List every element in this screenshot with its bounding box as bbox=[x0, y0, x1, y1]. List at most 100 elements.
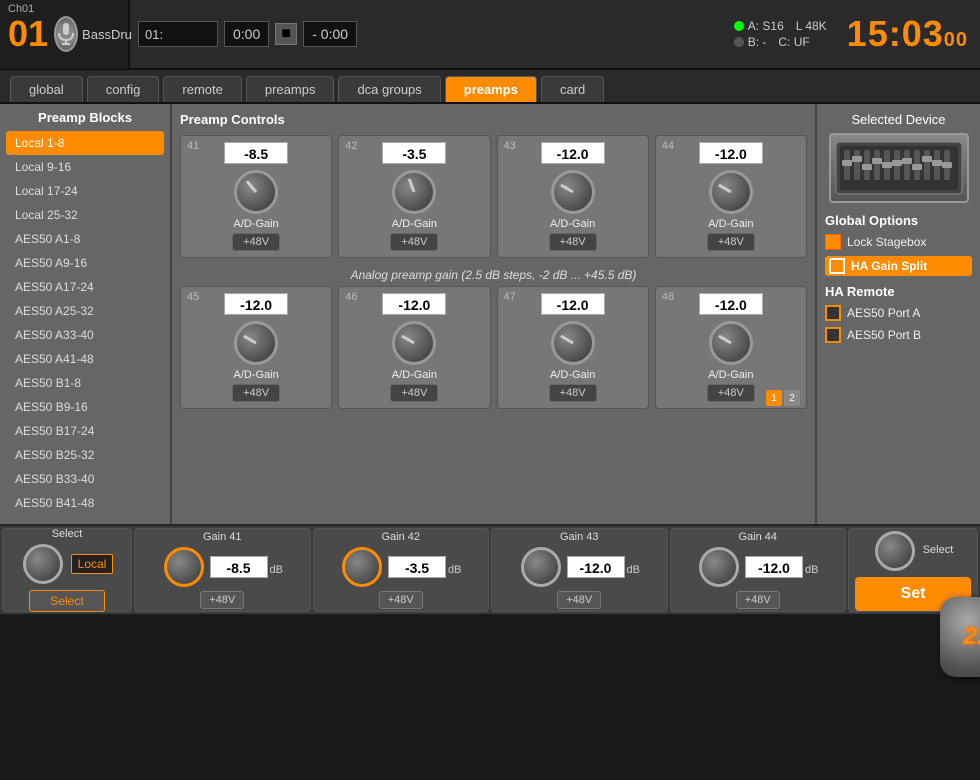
knob-label-44: A/D-Gain bbox=[708, 218, 753, 230]
tab-config[interactable]: config bbox=[87, 76, 160, 102]
hint-text: Analog preamp gain (2.5 dB steps, -2 dB … bbox=[180, 264, 807, 286]
sidebar-item-local-1-8[interactable]: Local 1-8 bbox=[6, 131, 164, 155]
gain-41-label: Gain 41 bbox=[203, 531, 242, 543]
gain-43-unit: dB bbox=[627, 564, 640, 576]
sidebar-item-local-17-24[interactable]: Local 17-24 bbox=[6, 179, 164, 203]
sidebar-item-aes50-b25-32[interactable]: AES50 B25-32 bbox=[6, 443, 164, 467]
bottom-gain-42: Gain 42 -3.5 dB +48V bbox=[313, 528, 490, 612]
select-button[interactable]: Select bbox=[29, 590, 104, 612]
gain-44-value: -12.0 bbox=[745, 556, 803, 578]
btn-48v-bottom-42[interactable]: +48V bbox=[379, 591, 423, 609]
gain-42-unit: dB bbox=[448, 564, 461, 576]
sidebar-item-aes50-b41-48[interactable]: AES50 B41-48 bbox=[6, 491, 164, 515]
status-row-b: B: - C: UF bbox=[734, 35, 827, 49]
sidebar-item-aes50-b17-24[interactable]: AES50 B17-24 bbox=[6, 419, 164, 443]
version-area: 2.0 bbox=[0, 614, 980, 780]
bottom-gain-43: Gain 43 -12.0 dB +48V bbox=[491, 528, 668, 612]
ha-remote-section: HA Remote AES50 Port A AES50 Port B bbox=[825, 284, 972, 343]
tab-remote[interactable]: remote bbox=[163, 76, 241, 102]
selected-device-label: Selected Device bbox=[825, 112, 972, 127]
btn-48v-47[interactable]: +48V bbox=[549, 384, 597, 402]
sidebar-item-aes50-a17-24[interactable]: AES50 A17-24 bbox=[6, 275, 164, 299]
tab-global[interactable]: global bbox=[10, 76, 83, 102]
gain-43-label: Gain 43 bbox=[560, 531, 599, 543]
sidebar-item-aes50-b1-8[interactable]: AES50 B1-8 bbox=[6, 371, 164, 395]
gain-knob-46[interactable] bbox=[392, 321, 436, 365]
sidebar-item-aes50-a9-16[interactable]: AES50 A9-16 bbox=[6, 251, 164, 275]
knob-num-48: 48 bbox=[662, 291, 674, 303]
sidebar-item-local-25-32[interactable]: Local 25-32 bbox=[6, 203, 164, 227]
knob-label-45: A/D-Gain bbox=[234, 369, 279, 381]
sidebar-item-aes50-a41-48[interactable]: AES50 A41-48 bbox=[6, 347, 164, 371]
btn-48v-bottom-41[interactable]: +48V bbox=[200, 591, 244, 609]
gain-knob-41[interactable] bbox=[234, 170, 278, 214]
gain-41-knob[interactable] bbox=[164, 547, 204, 587]
gain-knob-48[interactable] bbox=[709, 321, 753, 365]
tab-card[interactable]: card bbox=[541, 76, 604, 102]
sidebar-item-aes50-b33-40[interactable]: AES50 B33-40 bbox=[6, 467, 164, 491]
knob-label-48: A/D-Gain bbox=[708, 369, 753, 381]
right-panel: Selected Device bbox=[815, 104, 980, 524]
sidebar-item-aes50-a33-40[interactable]: AES50 A33-40 bbox=[6, 323, 164, 347]
knob-cell-45: 45 -12.0 A/D-Gain +48V bbox=[180, 286, 332, 409]
set-knob[interactable] bbox=[875, 531, 915, 571]
gain-knob-43[interactable] bbox=[551, 170, 595, 214]
sidebar-item-aes50-a25-32[interactable]: AES50 A25-32 bbox=[6, 299, 164, 323]
page-2[interactable]: 2 bbox=[784, 390, 800, 406]
knob-num-41: 41 bbox=[187, 140, 199, 152]
gain-43-knob[interactable] bbox=[521, 547, 561, 587]
knob-cell-44: 44 -12.0 A/D-Gain +48V bbox=[655, 135, 807, 258]
device-image bbox=[829, 133, 969, 203]
ha-gain-split-checkbox[interactable] bbox=[829, 258, 845, 274]
knob-num-47: 47 bbox=[504, 291, 516, 303]
sidebar-item-aes50-a1-8[interactable]: AES50 A1-8 bbox=[6, 227, 164, 251]
select-knob[interactable] bbox=[23, 544, 63, 584]
bottom-gain-41: Gain 41 -8.5 dB +48V bbox=[134, 528, 311, 612]
gain-knob-45[interactable] bbox=[234, 321, 278, 365]
ha-remote-port-b-checkbox[interactable] bbox=[825, 327, 841, 343]
ha-remote-port-a-checkbox[interactable] bbox=[825, 305, 841, 321]
ha-remote-port-a-label: AES50 Port A bbox=[847, 306, 920, 320]
gain-value-43: -12.0 bbox=[541, 142, 605, 164]
knob-cell-43: 43 -12.0 A/D-Gain +48V bbox=[497, 135, 649, 258]
ha-remote-port-b-row: AES50 Port B bbox=[825, 327, 972, 343]
select-local-label: Select bbox=[52, 528, 83, 540]
gain-knob-42[interactable] bbox=[392, 170, 436, 214]
stop-button[interactable]: ■ bbox=[275, 23, 297, 45]
sidebar-item-local-9-16[interactable]: Local 9-16 bbox=[6, 155, 164, 179]
channel-block: Ch01 01 BassDru bbox=[0, 0, 130, 69]
transport-input[interactable] bbox=[138, 21, 218, 47]
btn-48v-46[interactable]: +48V bbox=[390, 384, 438, 402]
gain-value-45: -12.0 bbox=[224, 293, 288, 315]
lock-stagebox-row: Lock Stagebox bbox=[825, 234, 972, 250]
sidebar-item-aes50-b9-16[interactable]: AES50 B9-16 bbox=[6, 395, 164, 419]
gain-42-knob[interactable] bbox=[342, 547, 382, 587]
knob-num-44: 44 bbox=[662, 140, 674, 152]
btn-48v-48[interactable]: +48V bbox=[707, 384, 755, 402]
page-1[interactable]: 1 bbox=[766, 390, 782, 406]
btn-48v-43[interactable]: +48V bbox=[549, 233, 597, 251]
gain-knob-47[interactable] bbox=[551, 321, 595, 365]
btn-48v-bottom-43[interactable]: +48V bbox=[557, 591, 601, 609]
btn-48v-41[interactable]: +48V bbox=[232, 233, 280, 251]
tab-preamps-active[interactable]: preamps bbox=[445, 76, 537, 102]
tab-preamps-1[interactable]: preamps bbox=[246, 76, 335, 102]
knob-grid-bottom: 45 -12.0 A/D-Gain +48V 46 -12.0 A/D-Gain… bbox=[180, 286, 807, 409]
btn-48v-42[interactable]: +48V bbox=[390, 233, 438, 251]
gain-44-knob[interactable] bbox=[699, 547, 739, 587]
global-options-label: Global Options bbox=[825, 213, 972, 228]
tab-dca-groups[interactable]: dca groups bbox=[338, 76, 440, 102]
ch-label: Ch01 bbox=[8, 3, 34, 15]
gain-knob-44[interactable] bbox=[709, 170, 753, 214]
status-b-label: B: - bbox=[748, 35, 767, 49]
clock-display: 15:0300 bbox=[835, 13, 980, 55]
gain-41-value: -8.5 bbox=[210, 556, 268, 578]
btn-48v-44[interactable]: +48V bbox=[707, 233, 755, 251]
btn-48v-45[interactable]: +48V bbox=[232, 384, 280, 402]
lock-stagebox-checkbox[interactable] bbox=[825, 234, 841, 250]
bottom-bar: Select Local Select Gain 41 -8.5 dB +48V… bbox=[0, 524, 980, 614]
ha-gain-split-label: HA Gain Split bbox=[851, 259, 927, 273]
top-bar: Ch01 01 BassDru 0:00 ■ - 0:00 A: S16 L 4… bbox=[0, 0, 980, 70]
version-badge: 2.0 bbox=[940, 597, 980, 677]
btn-48v-bottom-44[interactable]: +48V bbox=[736, 591, 780, 609]
